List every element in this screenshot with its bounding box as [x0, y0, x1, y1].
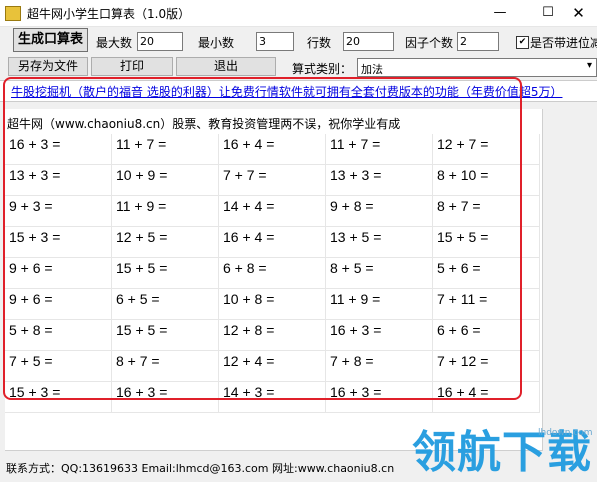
problem-cell: 16 + 3 =: [326, 382, 433, 413]
promo-link[interactable]: 牛股挖掘机（散户的福音 选股的利器）让免费行情软件就可拥有全套付费版本的功能（年…: [11, 83, 562, 100]
exit-button[interactable]: 退出: [176, 57, 276, 76]
formula-type-value: 加法: [361, 63, 383, 76]
problem-cell: 11 + 9 =: [326, 289, 433, 320]
problem-cell: 16 + 4 =: [433, 382, 540, 413]
problem-cell: 13 + 3 =: [326, 165, 433, 196]
problem-cell: 6 + 6 =: [433, 320, 540, 351]
print-button[interactable]: 打印: [91, 57, 173, 76]
problem-cell: 9 + 8 =: [326, 196, 433, 227]
problem-cell: 7 + 5 =: [5, 351, 112, 382]
formula-type-select[interactable]: 加法 ▾: [357, 58, 597, 77]
rows-input[interactable]: 20: [343, 32, 394, 51]
problem-cell: 12 + 4 =: [219, 351, 326, 382]
problem-cell: 11 + 7 =: [326, 134, 433, 165]
problem-cell: 15 + 5 =: [112, 258, 219, 289]
problem-cell: 8 + 10 =: [433, 165, 540, 196]
min-number-label: 最小数: [198, 36, 235, 50]
arithmetic-sheet: 超牛网（www.chaoniu8.cn）股票、教育投资管理两不误，祝你学业有成 …: [5, 109, 543, 451]
problem-cell: 6 + 8 =: [219, 258, 326, 289]
formula-type-label: 算式类别：: [292, 62, 353, 76]
problem-cell: 16 + 3 =: [5, 134, 112, 165]
carry-checkbox[interactable]: ✔: [516, 36, 529, 49]
close-button[interactable]: ✕: [560, 0, 597, 26]
problem-cell: 11 + 9 =: [112, 196, 219, 227]
problem-cell: 16 + 3 =: [326, 320, 433, 351]
problem-cell: 7 + 12 =: [433, 351, 540, 382]
problem-cell: 14 + 3 =: [219, 382, 326, 413]
rows-label: 行数: [307, 36, 332, 50]
problem-cell: 7 + 8 =: [326, 351, 433, 382]
problem-cell: 13 + 3 =: [5, 165, 112, 196]
title-bar: 超牛网小学生口算表（1.0版） — ☐ ✕: [0, 0, 597, 27]
problem-cell: 5 + 6 =: [433, 258, 540, 289]
problem-cell: 12 + 5 =: [112, 227, 219, 258]
problem-cell: 8 + 7 =: [433, 196, 540, 227]
watermark-logo: 领航下载: [412, 427, 592, 478]
carry-label: 是否带进位减: [530, 36, 597, 50]
problem-cell: 7 + 7 =: [219, 165, 326, 196]
max-number-input[interactable]: 20: [137, 32, 183, 51]
problem-cell: 15 + 5 =: [112, 320, 219, 351]
app-icon: [5, 6, 21, 21]
problem-cell: 10 + 9 =: [112, 165, 219, 196]
promo-bar: 牛股挖掘机（散户的福音 选股的利器）让免费行情软件就可拥有全套付费版本的功能（年…: [0, 80, 597, 102]
problem-cell: 9 + 6 =: [5, 289, 112, 320]
factors-label: 因子个数: [405, 36, 454, 50]
max-number-label: 最大数: [96, 36, 133, 50]
problem-cell: 11 + 7 =: [112, 134, 219, 165]
problem-cell: 10 + 8 =: [219, 289, 326, 320]
problem-cell: 8 + 5 =: [326, 258, 433, 289]
window-title: 超牛网小学生口算表（1.0版）: [27, 7, 191, 21]
problem-cell: 7 + 11 =: [433, 289, 540, 320]
save-as-button[interactable]: 另存为文件: [8, 57, 88, 76]
factors-input[interactable]: 2: [457, 32, 499, 51]
problem-cell: 5 + 8 =: [5, 320, 112, 351]
toolbar: 生成口算表 最大数 20 最小数 3 行数 20 因子个数 2 ✔ 是否带进位减…: [0, 27, 597, 79]
problem-cell: 15 + 3 =: [5, 382, 112, 413]
problem-cell: 12 + 8 =: [219, 320, 326, 351]
min-number-input[interactable]: 3: [256, 32, 294, 51]
problem-cell: 6 + 5 =: [112, 289, 219, 320]
minimize-button[interactable]: —: [480, 0, 520, 26]
problem-cell: 15 + 3 =: [5, 227, 112, 258]
watermark-url: lhdown.com: [538, 428, 593, 438]
problem-cell: 16 + 4 =: [219, 134, 326, 165]
problem-cell: 16 + 4 =: [219, 227, 326, 258]
problem-cell: 12 + 7 =: [433, 134, 540, 165]
problem-cell: 9 + 3 =: [5, 196, 112, 227]
generate-button[interactable]: 生成口算表: [13, 28, 88, 52]
contact-info: 联系方式：QQ:13619633 Email:lhmcd@163.com 网址:…: [6, 462, 395, 475]
problem-cell: 15 + 5 =: [433, 227, 540, 258]
chevron-down-icon: ▾: [586, 60, 592, 71]
problem-cell: 14 + 4 =: [219, 196, 326, 227]
problem-cell: 13 + 5 =: [326, 227, 433, 258]
problem-cell: 16 + 3 =: [112, 382, 219, 413]
sheet-header: 超牛网（www.chaoniu8.cn）股票、教育投资管理两不误，祝你学业有成: [7, 117, 401, 131]
problem-cell: 8 + 7 =: [112, 351, 219, 382]
problem-cell: 9 + 6 =: [5, 258, 112, 289]
